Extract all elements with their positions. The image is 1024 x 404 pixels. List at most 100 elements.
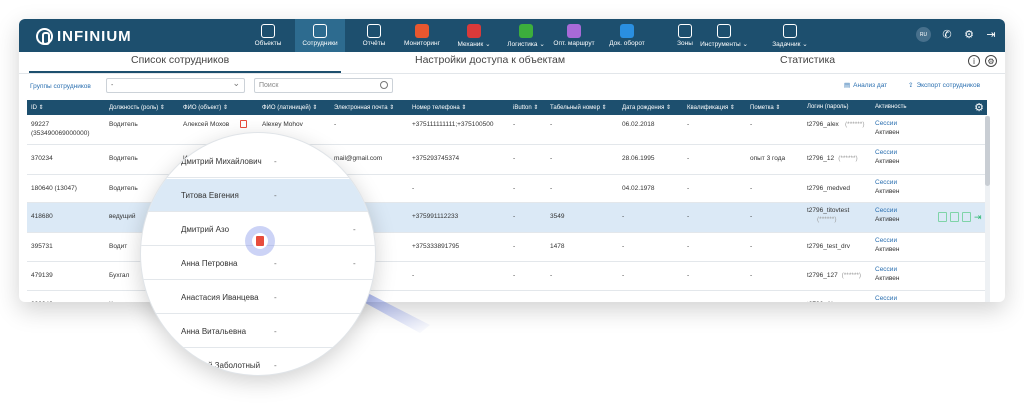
cell-email: - <box>334 121 337 128</box>
cell-login: t2796_test_drv <box>807 243 851 250</box>
cell-role: Какар <box>109 301 127 302</box>
cell-password-mask[interactable]: (******) <box>845 121 865 128</box>
cell-password-mask[interactable]: (******) <box>817 216 837 223</box>
scrollbar-thumb[interactable] <box>985 116 990 186</box>
sessions-link[interactable]: Сессии <box>875 149 897 156</box>
logistics-icon <box>519 23 533 38</box>
table-row[interactable]: 99227 Водитель Алексей Мохов Alexey Mohov - +… <box>27 116 987 145</box>
nav-item-4[interactable]: Механик ⌄ <box>451 19 497 52</box>
cell-tab: - <box>550 155 553 162</box>
cell-id: 370234 <box>31 155 53 162</box>
sessions-link[interactable]: Сессии <box>875 295 897 302</box>
magnified-row[interactable]: Анна Витальевна - <box>141 315 375 348</box>
magnified-name: Анастасия Иванцева <box>181 293 259 302</box>
nav-item-5[interactable]: Логистика ⌄ <box>503 19 549 52</box>
edit-icon[interactable] <box>962 212 971 222</box>
highlighted-file-button[interactable] <box>245 226 275 256</box>
tab-employee-list[interactable]: Список сотрудников <box>131 54 229 66</box>
gear-icon[interactable]: ⚙ <box>963 29 975 41</box>
sessions-link[interactable]: Сессии <box>875 266 897 273</box>
cell-login: t2796_medved <box>807 185 851 192</box>
cell-role: Водитель <box>109 121 138 128</box>
language-switch[interactable]: RU <box>916 27 931 42</box>
sessions-link[interactable]: Сессии <box>875 207 897 214</box>
analyze-dates-button[interactable]: ▤ Анализ дат <box>844 81 887 90</box>
sessions-link[interactable]: Сессии <box>875 179 897 186</box>
nav-item-3[interactable]: Мониторинг <box>399 19 445 52</box>
cell-phone: +375333891795 <box>412 243 460 250</box>
nav-item-1[interactable]: Сотрудники <box>295 19 345 52</box>
cell-login: t2796_127 <box>807 272 838 279</box>
cell-ibutton: - <box>513 243 516 250</box>
phone-icon[interactable]: ✆ <box>941 29 953 41</box>
col-email[interactable]: Электронная почта ⇕ <box>334 104 394 111</box>
info-icon[interactable]: i <box>968 55 980 67</box>
table-scrollbar[interactable] <box>985 116 990 302</box>
col-tab-number[interactable]: Табельный номер ⇕ <box>550 104 607 111</box>
cell-password-mask[interactable]: (******) <box>838 155 858 162</box>
document-icon[interactable] <box>240 120 247 128</box>
cell-ibutton: - <box>513 185 516 192</box>
col-qualification[interactable]: Квалификация ⇕ <box>687 104 735 111</box>
employee-groups-label: Группы сотрудников <box>30 83 91 90</box>
table-settings-gear-icon[interactable]: ⚙ <box>974 101 984 114</box>
col-id[interactable]: ID ⇕ <box>31 104 44 111</box>
nav-item-9[interactable]: Инструменты ⌄ <box>700 19 748 52</box>
cell-password-mask[interactable]: (******) <box>842 272 862 279</box>
export-employees-button[interactable]: ⇪ Экспорт сотрудников <box>908 81 980 90</box>
nav-item-6[interactable]: Опт. маршрут <box>551 19 597 52</box>
row-actions: ⇥ <box>938 212 983 222</box>
col-ibutton[interactable]: iButton ⇕ <box>513 104 538 111</box>
col-role[interactable]: Должность (роль) ⇕ <box>109 104 165 111</box>
magnified-row[interactable]: Анастасия Иванцева - <box>141 281 375 314</box>
sessions-link[interactable]: Сессии <box>875 237 897 244</box>
nav-label: Задачник ⌄ <box>772 40 808 48</box>
cell-tab: - <box>550 121 553 128</box>
logout-icon[interactable]: ⇥ <box>985 29 997 41</box>
search-icon <box>380 81 388 89</box>
col-name[interactable]: ФИО (объект) ⇕ <box>183 104 228 111</box>
login-as-icon[interactable]: ⇥ <box>974 212 983 222</box>
col-note[interactable]: Пометка ⇕ <box>750 104 780 111</box>
nav-label: Отчёты <box>362 40 386 47</box>
nav-item-2[interactable]: Отчёты <box>351 19 397 52</box>
logo-icon <box>36 27 53 45</box>
nav-item-10[interactable]: Задачник ⌄ <box>767 19 813 52</box>
col-birth-date[interactable]: Дата рождения ⇕ <box>622 104 671 111</box>
col-latin-name[interactable]: ФИО (латиницей) ⇕ <box>262 104 317 111</box>
tab-statistics[interactable]: Статистика <box>780 54 835 66</box>
nav-item-0[interactable]: Объекты <box>245 19 291 52</box>
cell-birth: - <box>622 213 625 220</box>
search-input[interactable]: Поиск <box>254 78 393 93</box>
cell-id: 395731 <box>31 243 53 250</box>
cell-phone: +375111111111;+375100500 <box>412 121 494 128</box>
magnified-row[interactable]: Виталий Заболотный - <box>141 349 375 375</box>
sessions-link[interactable]: Сессии <box>875 120 897 127</box>
tab-object-access[interactable]: Настройки доступа к объектам <box>415 54 565 66</box>
nav-item-7[interactable]: Док. оборот <box>604 19 650 52</box>
cell-mark: - <box>750 243 753 250</box>
nav-label: Логистика ⌄ <box>507 40 545 48</box>
status-active: Активен <box>875 246 900 253</box>
settings-icon[interactable]: ⚙ <box>985 55 997 67</box>
employee-group-select[interactable]: - <box>106 78 245 93</box>
nav-label: Инструменты ⌄ <box>700 40 748 48</box>
cell-qual: - <box>687 185 690 192</box>
cell-role: Водитель <box>109 155 138 162</box>
cell-birth: 28.06.1995 <box>622 155 655 162</box>
cell-login: t2796_alex <box>807 121 839 128</box>
cell-tab: 1478 <box>550 243 565 250</box>
cell-id: 180640 (13047) <box>31 185 77 192</box>
document-icon <box>256 236 264 246</box>
col-phone[interactable]: Номер телефона ⇕ <box>412 104 466 111</box>
cell-login: t2796_titovtest <box>807 207 850 214</box>
magnified-row[interactable]: Титова Евгения - <box>141 179 375 212</box>
magnified-row[interactable]: Дмитрий Михайлович - <box>141 145 375 178</box>
cell-latin: Alexey Mohov <box>262 121 303 128</box>
duplicate-icon[interactable] <box>950 212 959 222</box>
status-active: Активен <box>875 216 900 223</box>
cell-id: 418680 <box>31 213 53 220</box>
table-header: ID ⇕ Должность (роль) ⇕ ФИО (объект) ⇕ Ф… <box>27 100 987 115</box>
copy-icon[interactable] <box>938 212 947 222</box>
logo[interactable]: INFINIUM <box>36 26 132 46</box>
